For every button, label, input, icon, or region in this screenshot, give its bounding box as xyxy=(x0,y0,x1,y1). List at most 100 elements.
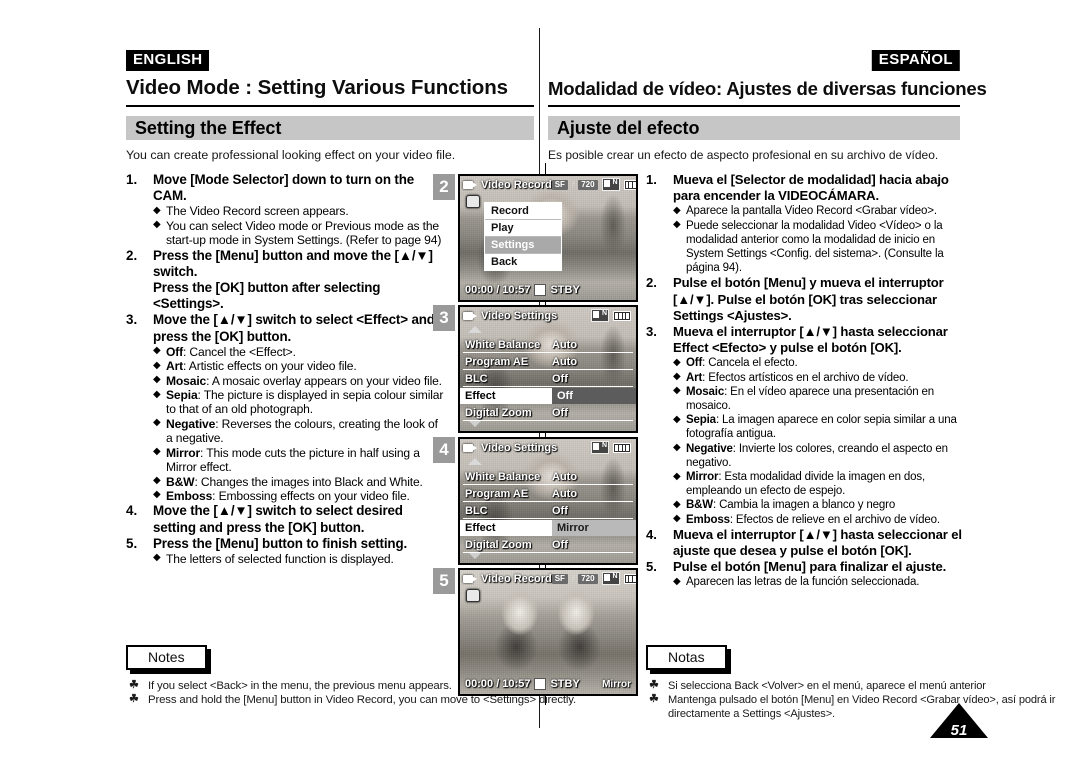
scroll-down-arrow-icon[interactable] xyxy=(468,420,482,427)
popup-menu-item[interactable]: Back xyxy=(485,254,561,270)
step-bullets: ◆ Off: Cancela el efecto. ◆ Art: Efectos ar… xyxy=(673,356,962,526)
settings-row[interactable]: White Balance Auto xyxy=(460,337,636,353)
section-title-english: Setting the Effect xyxy=(135,118,282,138)
diamond-bullet-icon: ◆ xyxy=(153,204,161,216)
diamond-bullet-icon: ◆ xyxy=(673,442,681,454)
bullet-item: ◆ Sepia: La imagen aparece en color sepia… xyxy=(673,413,957,441)
step-title: Mueva el [Selector de modalidad] hacia a… xyxy=(673,172,949,204)
settings-row[interactable]: Effect Off xyxy=(460,388,636,404)
step-body: Pulse el botón [Menu] para finalizar el … xyxy=(673,559,962,589)
popup-menu-item[interactable]: Play xyxy=(485,220,561,237)
settings-menu-list[interactable]: White Balance Auto Program AE Auto BLC Off Eff… xyxy=(460,325,636,427)
memory-card-icon: N xyxy=(591,441,609,454)
settings-row[interactable]: Program AE Auto xyxy=(460,486,636,502)
intro-text-english: You can create professional looking effe… xyxy=(126,148,456,162)
bullet-item: ◆ Aparece la pantalla Video Record <Graba… xyxy=(673,204,937,218)
popup-menu[interactable]: Record Play Settings Back xyxy=(484,202,562,271)
osd-status-cluster: SF / 720 N xyxy=(551,178,636,191)
scroll-down-arrow-icon[interactable] xyxy=(468,552,482,559)
chapter-title-spanish: Modalidad de vídeo: Ajustes de diversas … xyxy=(548,78,987,99)
osd-separator: / xyxy=(571,574,575,583)
steps-list-english: 1. Move [Mode Selector] down to turn on t… xyxy=(126,172,446,566)
bullet-lead: Negative xyxy=(686,442,733,455)
diamond-bullet-icon: ◆ xyxy=(673,513,681,525)
diamond-bullet-icon: ◆ xyxy=(153,489,161,501)
step-title: Pulse el botón [Menu] y mueva el interru… xyxy=(673,275,944,323)
diamond-bullet-icon: ◆ xyxy=(153,374,161,386)
step-title: Mueva el interruptor [▲/▼] hasta selecci… xyxy=(673,324,948,356)
language-badge-spanish-wrap: ESPAÑOL xyxy=(871,50,960,71)
osd-status-cluster: N xyxy=(591,441,633,454)
popup-menu-item[interactable]: Record xyxy=(485,203,561,220)
status-label: STBY xyxy=(550,678,580,690)
bullet-item: ◆ Art: Efectos artísticos en el archivo d… xyxy=(673,371,909,384)
osd-mode-title: Video Record xyxy=(481,178,552,191)
bullet-item: ◆ Mosaic: En el vídeo aparece una present… xyxy=(673,385,935,413)
bullet-lead: Off xyxy=(166,344,184,359)
clover-bullet-icon: ☘ xyxy=(129,679,139,691)
notes-items-spanish: ☘ Si selecciona Back <Volver> en el menú,… xyxy=(646,679,1080,721)
step-title: Mueva el interruptor [▲/▼] hasta selecci… xyxy=(673,526,962,559)
bullet-item: ◆ Off: Cancel the <Effect>. xyxy=(153,344,296,359)
language-badge-english: ENGLISH xyxy=(126,50,210,71)
osd-separator: / xyxy=(571,180,575,189)
osd-top-bar: Video Record SF / 720 N xyxy=(460,176,636,193)
memory-card-icon: N xyxy=(601,572,620,585)
settings-row[interactable]: Effect Mirror xyxy=(460,520,636,536)
step-number: 1. xyxy=(646,172,657,187)
settings-row-value: Off xyxy=(552,539,568,551)
resolution-badge: 720 xyxy=(578,573,598,584)
settings-row[interactable]: Digital Zoom Off xyxy=(460,405,636,421)
settings-row-label: White Balance xyxy=(465,471,541,483)
settings-row-value: Auto xyxy=(552,356,578,368)
camcorder-icon xyxy=(463,442,478,453)
step-title: Move the [▲/▼] switch to select desired … xyxy=(153,503,403,535)
page-number: 51 xyxy=(950,722,968,739)
bullet-lead: Art xyxy=(686,371,703,384)
standby-square-icon xyxy=(534,678,547,690)
clover-bullet-icon: ☘ xyxy=(649,693,659,705)
bullet-lead: Art xyxy=(166,359,184,374)
settings-row[interactable]: BLC Off xyxy=(460,371,636,387)
settings-row-value: Auto xyxy=(552,488,578,500)
step-body: Press the [Menu] button and move the [▲/… xyxy=(153,248,446,313)
step-number: 5. xyxy=(646,559,657,575)
settings-row-value: Off xyxy=(552,373,568,385)
header-rule-spanish xyxy=(548,105,960,107)
step-chip-5: 5 xyxy=(433,568,455,594)
popup-menu-item[interactable]: Settings xyxy=(485,237,561,254)
step-title: Press the [Menu] button and move the [▲/… xyxy=(153,247,433,279)
notes-label-box-spanish: Notas xyxy=(646,645,727,670)
settings-row-label: Digital Zoom xyxy=(465,407,532,419)
settings-menu-list[interactable]: White Balance Auto Program AE Auto BLC Off Eff… xyxy=(460,457,636,559)
lcd-screen-video-record-mirror-result: Video Record SF / 720 N 00:00 / 10:57 ST… xyxy=(458,568,638,696)
timecode: 00:00 / 10:57 xyxy=(465,284,531,296)
scroll-up-arrow-icon[interactable] xyxy=(468,326,482,333)
osd-top-bar: Video Record SF / 720 N xyxy=(460,570,636,587)
memory-card-icon: N xyxy=(591,309,609,322)
record-mode-icon xyxy=(466,589,480,602)
settings-row[interactable]: BLC Off xyxy=(460,503,636,519)
settings-row[interactable]: Program AE Auto xyxy=(460,354,636,370)
bullet-item: ◆ Negative: Invierte los colores, creando… xyxy=(673,442,948,469)
settings-row-label: Digital Zoom xyxy=(465,539,532,551)
diamond-bullet-icon: ◆ xyxy=(153,446,161,458)
settings-row-divider xyxy=(463,386,633,387)
settings-row-divider xyxy=(463,369,633,370)
bullet-item: ◆ Puede seleccionar la modalidad Video <V… xyxy=(673,219,944,275)
step-title: Pulse el botón [Menu] para finalizar el … xyxy=(673,559,947,575)
osd-bottom-bar: 00:00 / 10:57 STBY xyxy=(460,282,636,298)
scroll-up-arrow-icon[interactable] xyxy=(468,458,482,465)
step-chip-3: 3 xyxy=(433,305,455,331)
step-bullets: ◆ The Video Record screen appears. ◆ You ca… xyxy=(153,204,446,247)
bullet-item: ◆ B&W: Changes the images into Black and … xyxy=(153,474,423,489)
step-number: 5. xyxy=(126,535,138,551)
settings-row-value: Off xyxy=(552,505,568,517)
settings-row[interactable]: White Balance Auto xyxy=(460,469,636,485)
settings-row-value: Off xyxy=(552,407,568,419)
bullet-lead: Emboss xyxy=(686,513,730,526)
settings-row[interactable]: Digital Zoom Off xyxy=(460,537,636,553)
diamond-bullet-icon: ◆ xyxy=(153,359,161,371)
status-label: STBY xyxy=(550,284,580,296)
step-body: Mueva el [Selector de modalidad] hacia a… xyxy=(673,172,962,275)
